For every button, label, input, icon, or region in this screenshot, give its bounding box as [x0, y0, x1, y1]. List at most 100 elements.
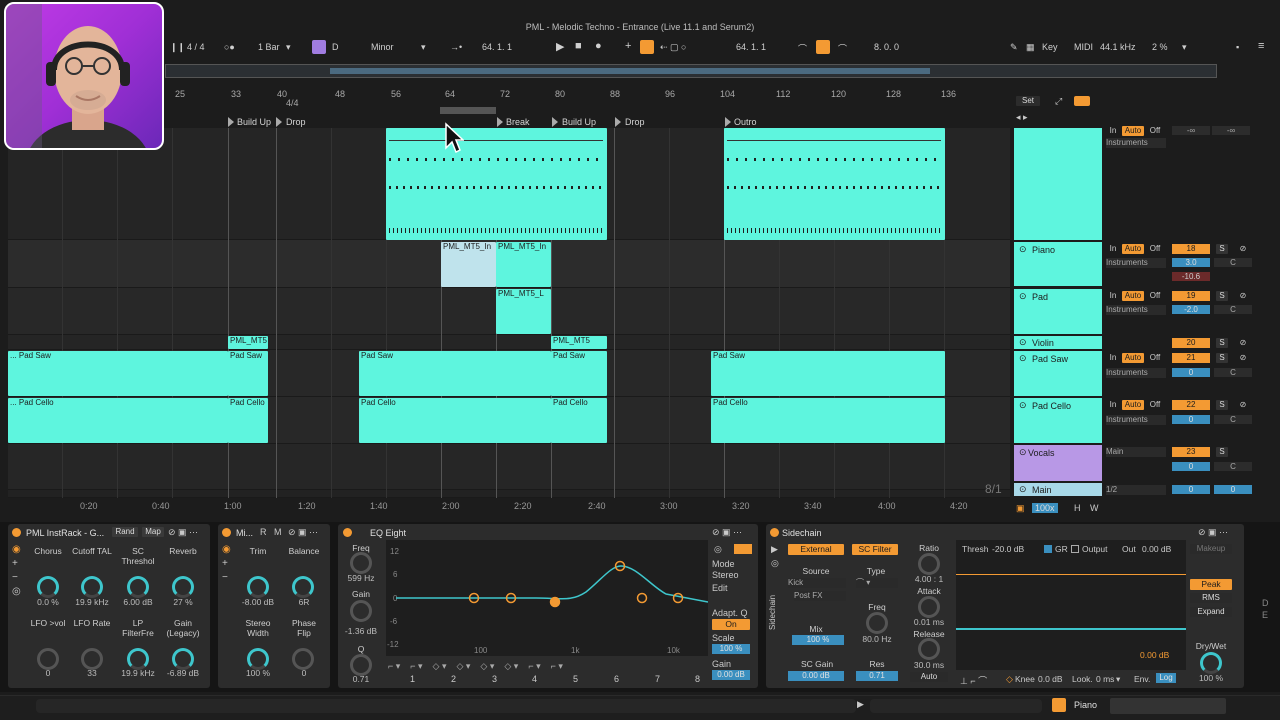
freq-value[interactable]: 80.0 Hz	[856, 634, 898, 644]
band-number[interactable]: 8	[695, 674, 700, 684]
param-value[interactable]: 27 %	[164, 597, 202, 607]
follow-icon[interactable]: ○●	[224, 42, 235, 52]
midi-map-label[interactable]: MIDI	[1074, 42, 1093, 52]
output-select[interactable]: Main	[1106, 447, 1166, 457]
monitor-off[interactable]: Off	[1146, 400, 1164, 410]
key-map-label[interactable]: Key	[1042, 42, 1058, 52]
locator-marker-icon[interactable]	[552, 117, 558, 127]
listen-icon[interactable]: ◎	[714, 544, 722, 555]
rack-options-icon[interactable]: ⊘ ▣ ⋯	[288, 527, 318, 538]
send-value[interactable]: -∞	[1172, 126, 1210, 135]
eq-curve[interactable]	[386, 540, 708, 656]
track-number[interactable]: 20	[1172, 338, 1210, 348]
volume-field[interactable]: 0	[1172, 485, 1210, 494]
track-number[interactable]: 19	[1172, 291, 1210, 301]
device-options-icon[interactable]: ⊘ ▣ ⋯	[712, 527, 742, 538]
macro-knob[interactable]	[172, 576, 194, 598]
metronome-icon[interactable]: ❙❙	[170, 42, 185, 53]
makeup-button[interactable]: Makeup	[1190, 544, 1232, 554]
macro-knob[interactable]	[247, 648, 269, 670]
track-name[interactable]: Piano	[1032, 245, 1055, 255]
map-button[interactable]: Map	[142, 527, 164, 537]
scale-field[interactable]: 100 %	[712, 644, 750, 654]
locator-label[interactable]: Outro	[734, 117, 757, 127]
param-value[interactable]: 100 %	[238, 668, 278, 678]
mixer-track-violin[interactable]	[1014, 336, 1102, 349]
locator-marker-icon[interactable]	[725, 117, 731, 127]
release-value[interactable]: 30.0 ms	[906, 660, 952, 670]
punch-out-icon[interactable]: ⌒	[838, 42, 847, 55]
fold-icon[interactable]: ⊙	[1019, 447, 1027, 458]
external-toggle[interactable]: External	[788, 544, 844, 555]
peak-meter[interactable]: -10.6	[1172, 272, 1210, 281]
scroll-region[interactable]	[870, 699, 1042, 713]
midi-clip[interactable]: Pad Cello	[551, 398, 607, 443]
q-knob[interactable]	[350, 654, 372, 676]
minus-icon[interactable]: −	[222, 572, 228, 583]
band-filter-icons[interactable]: ⌐ ▾ ⌐ ▾ ◇ ▾ ◇ ▾ ◇ ▾ ◇ ▾ ⌐ ▾ ⌐ ▾	[388, 661, 563, 672]
monitor-in[interactable]: In	[1106, 126, 1120, 136]
stop-button[interactable]: ■	[575, 40, 582, 52]
monitor-off[interactable]: Off	[1146, 126, 1164, 136]
time-signature[interactable]: 4 / 4	[187, 42, 205, 52]
gain-knob[interactable]	[350, 600, 372, 622]
input-select[interactable]: Instruments	[1106, 368, 1166, 378]
w-button[interactable]: W	[1090, 503, 1099, 513]
monitor-in[interactable]: In	[1106, 291, 1120, 301]
solo-button[interactable]: S	[1216, 400, 1228, 410]
macro-knob[interactable]	[247, 576, 269, 598]
param-value[interactable]: 0	[284, 668, 324, 678]
macro-knob[interactable]	[37, 648, 59, 670]
midi-clip[interactable]: PML_MT5	[228, 336, 268, 349]
position-display[interactable]: 64. 1. 1	[482, 42, 512, 52]
fold-icon[interactable]: ⊙	[1019, 400, 1027, 411]
mixer-track-drums[interactable]	[1014, 128, 1102, 240]
rms-button[interactable]: RMS	[1190, 593, 1232, 603]
arm-icon[interactable]: ⊘	[1236, 338, 1250, 348]
arm-icon[interactable]: ⊘	[1236, 400, 1250, 410]
device-power-icon[interactable]	[770, 528, 779, 537]
auto-release-button[interactable]: Auto	[910, 672, 948, 682]
locator-label[interactable]: Break	[506, 117, 530, 127]
output-select[interactable]: 1/2	[1106, 485, 1166, 495]
param-value[interactable]: 0	[28, 668, 68, 678]
param-value[interactable]: 6.00 dB	[116, 597, 160, 607]
threshold-line[interactable]	[956, 574, 1186, 575]
track-name[interactable]: Violin	[1032, 338, 1054, 348]
macro-knob[interactable]	[81, 576, 103, 598]
midi-clip[interactable]	[724, 128, 945, 240]
locator-marker-icon[interactable]	[615, 117, 621, 127]
adapt-q-toggle[interactable]: On	[712, 619, 750, 630]
pan-field[interactable]: C	[1214, 305, 1252, 314]
h-button[interactable]: H	[1074, 503, 1081, 513]
punch-icon[interactable]: ⇠ ▢ ○	[660, 42, 686, 53]
volume-field[interactable]: 3.0	[1172, 258, 1210, 267]
ratio-knob[interactable]	[918, 553, 940, 575]
track-number[interactable]: 22	[1172, 400, 1210, 410]
band-number[interactable]: 7	[655, 674, 660, 684]
show-chains-icon[interactable]: ◉	[12, 544, 21, 555]
midi-clip[interactable]: Pad Saw	[228, 351, 268, 396]
band-number[interactable]: 2	[451, 674, 456, 684]
device-power-icon[interactable]	[343, 528, 352, 537]
monitor-in[interactable]: In	[1106, 244, 1120, 254]
param-value[interactable]: 0.71	[344, 674, 378, 684]
overview-viewport[interactable]	[330, 68, 930, 74]
midi-clip[interactable]: Pad Cello	[228, 398, 268, 443]
locator-marker-icon[interactable]	[228, 117, 234, 127]
param-value[interactable]: 33	[72, 668, 112, 678]
punch-in-icon[interactable]: ⌒	[798, 42, 807, 55]
arm-icon[interactable]: ⊘	[1236, 291, 1250, 301]
drywet-value[interactable]: 100 %	[1190, 673, 1232, 683]
monitor-off[interactable]: Off	[1146, 353, 1164, 363]
locator-label[interactable]: Drop	[625, 117, 645, 127]
back-forward-icon[interactable]: ◂ ▸	[1016, 112, 1028, 123]
midi-clip-selected[interactable]: PML_MT5_In	[441, 242, 496, 287]
midi-clip[interactable]: Pad Saw	[359, 351, 551, 396]
volume-field[interactable]: 0	[1172, 368, 1210, 377]
rand-button[interactable]: Rand	[112, 527, 138, 537]
mixer-track-main[interactable]	[1014, 483, 1102, 496]
track-number[interactable]: 23	[1172, 447, 1210, 457]
gr-checkbox-icon[interactable]	[1044, 545, 1052, 553]
sc-filter-toggle[interactable]: SC Filter	[852, 544, 898, 555]
